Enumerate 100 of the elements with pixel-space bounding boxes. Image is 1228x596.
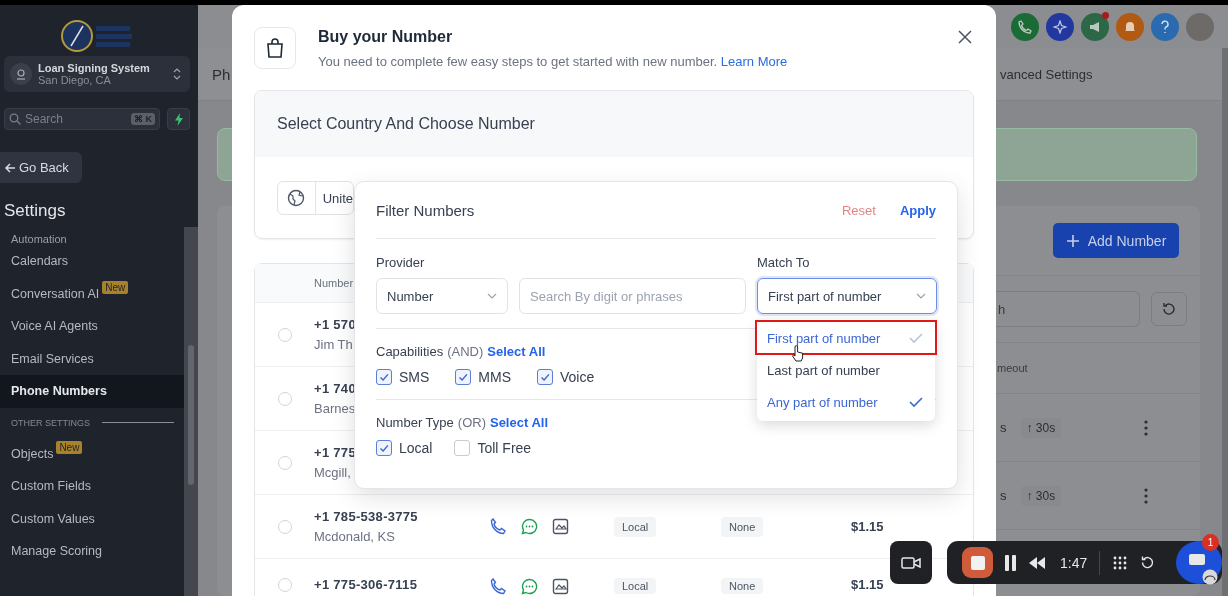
item-label: Calendars	[11, 254, 68, 269]
select-all-link[interactable]: Select All	[489, 415, 548, 430]
sidebar-item[interactable]: Custom Fields	[0, 470, 184, 503]
square-icon	[970, 555, 985, 570]
page-title: Ph	[212, 65, 231, 83]
refresh-icon	[1161, 301, 1177, 317]
dropdown-option[interactable]: Last part of number	[757, 354, 935, 386]
phone-icon	[490, 578, 507, 595]
modal-title: Buy your Number	[318, 28, 454, 46]
country-value: Unite	[321, 190, 353, 206]
plus-icon	[1065, 233, 1080, 248]
megaphone-button[interactable]	[1081, 12, 1109, 41]
chevron-down-icon	[916, 293, 926, 299]
provider-select[interactable]: Number	[376, 278, 508, 314]
scrollbar-thumb[interactable]	[188, 345, 194, 485]
search-value: h	[998, 301, 1006, 317]
sidebar-item[interactable]: Manage Scoring	[0, 535, 184, 568]
duration-tag: ↑ 30s	[1020, 417, 1062, 438]
account-location: San Diego, CA	[38, 74, 112, 86]
phone-icon	[1018, 19, 1032, 34]
learn-more-link[interactable]: Learn More	[720, 54, 788, 69]
select-all-link[interactable]: Select All	[487, 344, 546, 359]
item-label: Phone Numbers	[11, 384, 107, 399]
recording-time: 1:47	[1060, 554, 1088, 571]
megaphone-icon	[1088, 19, 1102, 34]
price: $1.15	[851, 519, 885, 534]
sidebar-item[interactable]: Email Services	[0, 342, 184, 375]
stop-button[interactable]	[962, 547, 993, 578]
checkbox[interactable]	[454, 440, 471, 456]
phone-icon	[490, 518, 507, 535]
globe-icon	[287, 189, 306, 207]
item-label: Email Services	[11, 351, 94, 366]
sidebar-item[interactable]: Phone Numbers	[0, 375, 184, 408]
sidebar-item[interactable]: Voice AI Agents	[0, 310, 184, 343]
refresh-icon	[1140, 555, 1156, 570]
rewind-icon	[1028, 556, 1046, 569]
settings-tab[interactable]: vanced Settings	[1000, 66, 1093, 82]
pause-icon	[1005, 554, 1016, 571]
account-switcher[interactable]: Loan Signing System San Diego, CA	[4, 56, 190, 92]
table-cell: s	[1000, 420, 1007, 435]
number-location: Mcdonald, KS	[314, 529, 395, 544]
phone-number: +1 775-306-7115	[314, 578, 418, 592]
filter-title: Filter Numbers	[376, 201, 476, 219]
sidebar-item[interactable]: Objects New	[0, 437, 184, 470]
number-location: Jim Th	[314, 337, 353, 352]
dot-grid-icon	[1112, 554, 1129, 571]
check-icon	[909, 332, 923, 344]
checkbox-label: Local	[399, 440, 433, 456]
scrollbar[interactable]	[1222, 48, 1228, 596]
checkbox-label: SMS	[399, 369, 430, 385]
image-icon	[552, 578, 569, 595]
apply-button[interactable]: Apply	[899, 202, 936, 218]
sparkle-button[interactable]	[1046, 12, 1074, 41]
price: $1.15	[851, 578, 885, 592]
search-icon	[9, 113, 21, 125]
settings-heading: Settings	[3, 200, 67, 222]
number-location: Barnes	[314, 401, 356, 416]
checkbox[interactable]	[455, 369, 472, 385]
checkbox[interactable]	[537, 369, 553, 385]
bell-icon	[1123, 19, 1137, 34]
restart-button[interactable]	[1140, 555, 1156, 570]
address-tag: None	[721, 578, 764, 594]
rewind-button[interactable]	[1028, 556, 1046, 569]
help-button[interactable]	[1151, 12, 1179, 41]
add-number-button[interactable]: Add Number	[1053, 223, 1179, 258]
table-cell: s	[1000, 488, 1007, 503]
search-placeholder: Search By digit or phrases	[530, 288, 684, 304]
quick-action-button[interactable]	[167, 108, 190, 130]
close-button[interactable]	[957, 30, 973, 46]
section-label: OTHER SETTINGS	[11, 417, 90, 428]
number-type-tag: Local	[614, 516, 657, 537]
kebab-menu-icon[interactable]	[1144, 419, 1148, 436]
sidebar-item[interactable]: Calendars	[0, 245, 184, 278]
pause-button[interactable]	[1005, 554, 1016, 571]
search-placeholder: Search	[25, 112, 65, 126]
dropdown-option[interactable]: Any part of number	[757, 386, 935, 418]
address-tag: None	[721, 516, 764, 537]
sidebar-item[interactable]: Custom Values	[0, 502, 184, 535]
new-badge: New	[102, 280, 129, 294]
item-label: Voice AI Agents	[11, 319, 98, 334]
bell-button[interactable]	[1116, 12, 1144, 41]
refresh-button[interactable]	[1151, 292, 1187, 326]
group-qualifier: (OR)	[457, 415, 486, 430]
modal-subtitle: You need to complete few easy steps to get started with new number. Learn More	[318, 54, 789, 69]
chat-icon	[521, 578, 538, 595]
grid-button[interactable]	[1112, 554, 1129, 571]
go-back-button[interactable]: Go Back	[0, 152, 82, 183]
lightning-icon	[173, 112, 184, 126]
country-select[interactable]: Unite	[277, 181, 354, 215]
kebab-menu-icon[interactable]	[1144, 487, 1148, 504]
match-select[interactable]: First part of number	[757, 278, 937, 314]
camera-button[interactable]	[890, 541, 932, 584]
item-label: Conversation AI	[11, 286, 100, 301]
phone-button[interactable]	[1011, 12, 1039, 41]
checkbox[interactable]	[376, 369, 392, 385]
sidebar-item[interactable]: Automation	[0, 229, 184, 245]
new-badge: New	[56, 440, 83, 454]
group-label: Number Type	[376, 415, 454, 430]
checkbox[interactable]	[376, 440, 392, 456]
sidebar-item[interactable]: Conversation AI New	[0, 277, 184, 310]
